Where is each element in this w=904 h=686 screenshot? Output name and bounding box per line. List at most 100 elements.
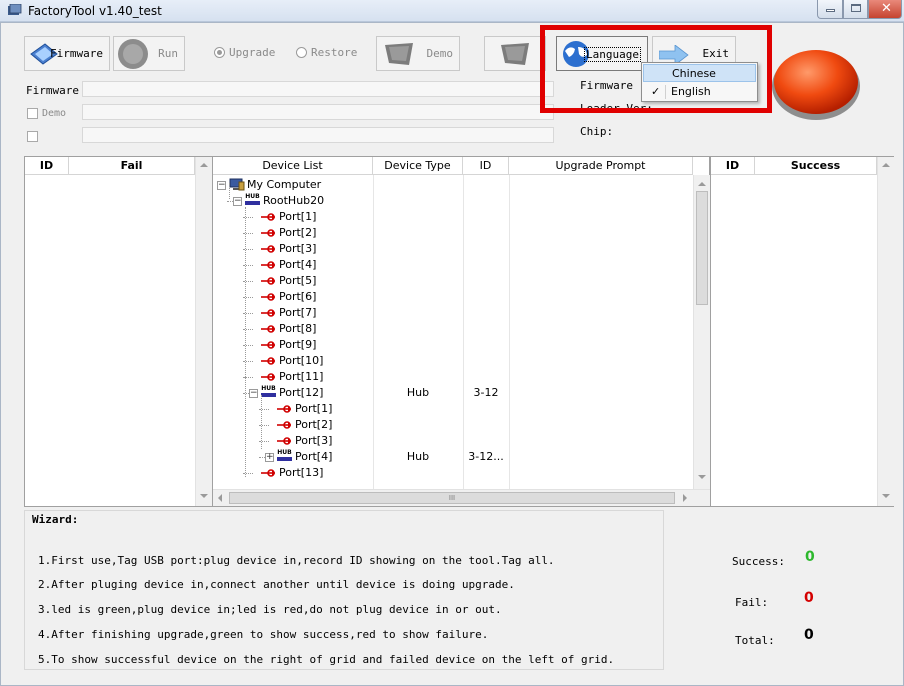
- fail-grid-scrollbar[interactable]: [195, 157, 212, 506]
- menu-item-chinese[interactable]: Chinese: [643, 64, 756, 82]
- device-name: Port[12]: [279, 386, 324, 399]
- app-icon: [8, 4, 22, 15]
- close-button[interactable]: ✕: [868, 0, 902, 19]
- option-checkbox[interactable]: [27, 131, 38, 142]
- device-name: Port[10]: [279, 354, 324, 367]
- device-tree-row[interactable]: Port[5]: [213, 273, 693, 289]
- device-tree-row[interactable]: Port[1]: [213, 401, 693, 417]
- device-tree-row[interactable]: Port[8]: [213, 321, 693, 337]
- success-grid-scrollbar[interactable]: [877, 157, 894, 506]
- demo-button-label: Demo: [426, 47, 454, 60]
- device-type-header[interactable]: Device Type: [373, 157, 463, 175]
- success-grid-success-header[interactable]: Success: [755, 157, 877, 175]
- collapse-icon[interactable]: −: [249, 389, 258, 398]
- device-tree-row[interactable]: Port[9]: [213, 337, 693, 353]
- success-grid-id-header[interactable]: ID: [711, 157, 755, 175]
- device-tree-row[interactable]: Port[13]: [213, 465, 693, 481]
- fail-grid-fail-header[interactable]: Fail: [69, 157, 195, 175]
- expand-icon[interactable]: +: [265, 453, 274, 462]
- fail-grid-id-header[interactable]: ID: [25, 157, 69, 175]
- device-grid-vscroll-thumb[interactable]: [696, 191, 708, 305]
- device-name: Port[1]: [279, 210, 317, 223]
- wizard-line-4: 4.After finishing upgrade,green to show …: [38, 628, 489, 641]
- usb-port-icon: [277, 405, 291, 413]
- fail-count-label: Fail:: [735, 596, 769, 609]
- device-tree-row[interactable]: − My Computer: [213, 177, 693, 193]
- usb-port-icon: [261, 229, 275, 237]
- run-button-label: Run: [158, 47, 178, 60]
- demo-button[interactable]: Demo: [376, 36, 460, 71]
- device-tree-row[interactable]: Port[6]: [213, 289, 693, 305]
- firmware-path-field[interactable]: [82, 81, 554, 97]
- device-tree-row[interactable]: + HUB Port[4] Hub 3-12...: [213, 449, 693, 465]
- computer-icon: [229, 178, 245, 191]
- wizard-line-2: 2.After pluging device in,connect anothe…: [38, 578, 515, 591]
- scroll-up-icon: [882, 163, 890, 167]
- upgrade-radio-dot: [214, 47, 225, 58]
- firmware-button-label: Firmware: [50, 47, 103, 60]
- blank-tool-button[interactable]: [484, 36, 546, 71]
- device-id: 3-12...: [468, 450, 504, 463]
- device-tree-row[interactable]: Port[10]: [213, 353, 693, 369]
- device-name: Port[6]: [279, 290, 317, 303]
- device-tree-row[interactable]: − HUB RootHub20: [213, 193, 693, 209]
- device-tree-row[interactable]: Port[3]: [213, 433, 693, 449]
- menu-item-english-label: English: [671, 85, 711, 98]
- scroll-right-icon: [683, 494, 687, 502]
- device-grid-vscrollbar[interactable]: [693, 175, 710, 489]
- usb-port-icon: [261, 277, 275, 285]
- scroll-down-icon: [882, 494, 890, 498]
- device-name: Port[4]: [295, 450, 333, 463]
- device-name: Port[9]: [279, 338, 317, 351]
- device-tree-row[interactable]: − HUB Port[12] Hub 3-12: [213, 385, 693, 401]
- fail-grid[interactable]: ID Fail: [24, 156, 212, 507]
- run-button[interactable]: Run: [113, 36, 185, 71]
- usb-port-icon: [261, 469, 275, 477]
- maximize-button[interactable]: [843, 0, 868, 19]
- wizard-line-3: 3.led is green,plug device in;led is red…: [38, 603, 502, 616]
- upgrade-radio[interactable]: Upgrade: [214, 46, 275, 59]
- disabled-tool-icon: [501, 43, 529, 65]
- menu-item-chinese-label: Chinese: [672, 67, 716, 80]
- menu-separator: [665, 85, 666, 99]
- success-count-value: 0: [805, 549, 815, 565]
- usb-port-icon: [261, 213, 275, 221]
- firmware-button[interactable]: Firmware: [24, 36, 110, 71]
- device-tree-row[interactable]: Port[3]: [213, 241, 693, 257]
- device-name: Port[4]: [279, 258, 317, 271]
- demo-checkbox[interactable]: [27, 108, 38, 119]
- usb-hub-icon: HUB: [277, 450, 292, 462]
- device-tree-row[interactable]: Port[2]: [213, 225, 693, 241]
- collapse-icon[interactable]: −: [217, 181, 226, 190]
- collapse-icon[interactable]: −: [233, 197, 242, 206]
- device-grid[interactable]: Device List Device Type ID Upgrade Promp…: [212, 156, 710, 507]
- language-menu[interactable]: Chinese ✓ English: [641, 62, 758, 102]
- upgrade-prompt-header[interactable]: Upgrade Prompt: [509, 157, 693, 175]
- device-grid-hscroll-thumb[interactable]: III: [229, 492, 675, 504]
- device-tree-row[interactable]: Port[7]: [213, 305, 693, 321]
- option-path-field[interactable]: [82, 127, 554, 143]
- device-name: Port[13]: [279, 466, 324, 479]
- device-list-header[interactable]: Device List: [213, 157, 373, 175]
- device-tree-row[interactable]: Port[2]: [213, 417, 693, 433]
- restore-radio[interactable]: Restore: [296, 46, 357, 59]
- usb-hub-icon: HUB: [261, 386, 276, 398]
- device-grid-hscrollbar[interactable]: III: [213, 489, 710, 506]
- demo-path-field[interactable]: [82, 104, 554, 120]
- device-tree-row[interactable]: Port[4]: [213, 257, 693, 273]
- maximize-icon: [851, 4, 861, 12]
- total-count-label: Total:: [735, 634, 775, 647]
- menu-item-english[interactable]: ✓ English: [643, 83, 756, 101]
- success-grid[interactable]: ID Success: [710, 156, 894, 507]
- usb-port-icon: [261, 341, 275, 349]
- restore-radio-dot: [296, 47, 307, 58]
- device-id-header[interactable]: ID: [463, 157, 509, 175]
- minimize-button[interactable]: [817, 0, 843, 19]
- device-tree-row[interactable]: Port[11]: [213, 369, 693, 385]
- device-tree-row[interactable]: Port[1]: [213, 209, 693, 225]
- usb-port-icon: [261, 293, 275, 301]
- device-tree[interactable]: − My Computer − HUB RootHub20 Port[1] Port[2] P…: [213, 177, 693, 489]
- demo-checkbox-label: Demo: [42, 108, 67, 119]
- fail-count-value: 0: [804, 590, 814, 606]
- window-title: FactoryTool v1.40_test: [28, 4, 162, 18]
